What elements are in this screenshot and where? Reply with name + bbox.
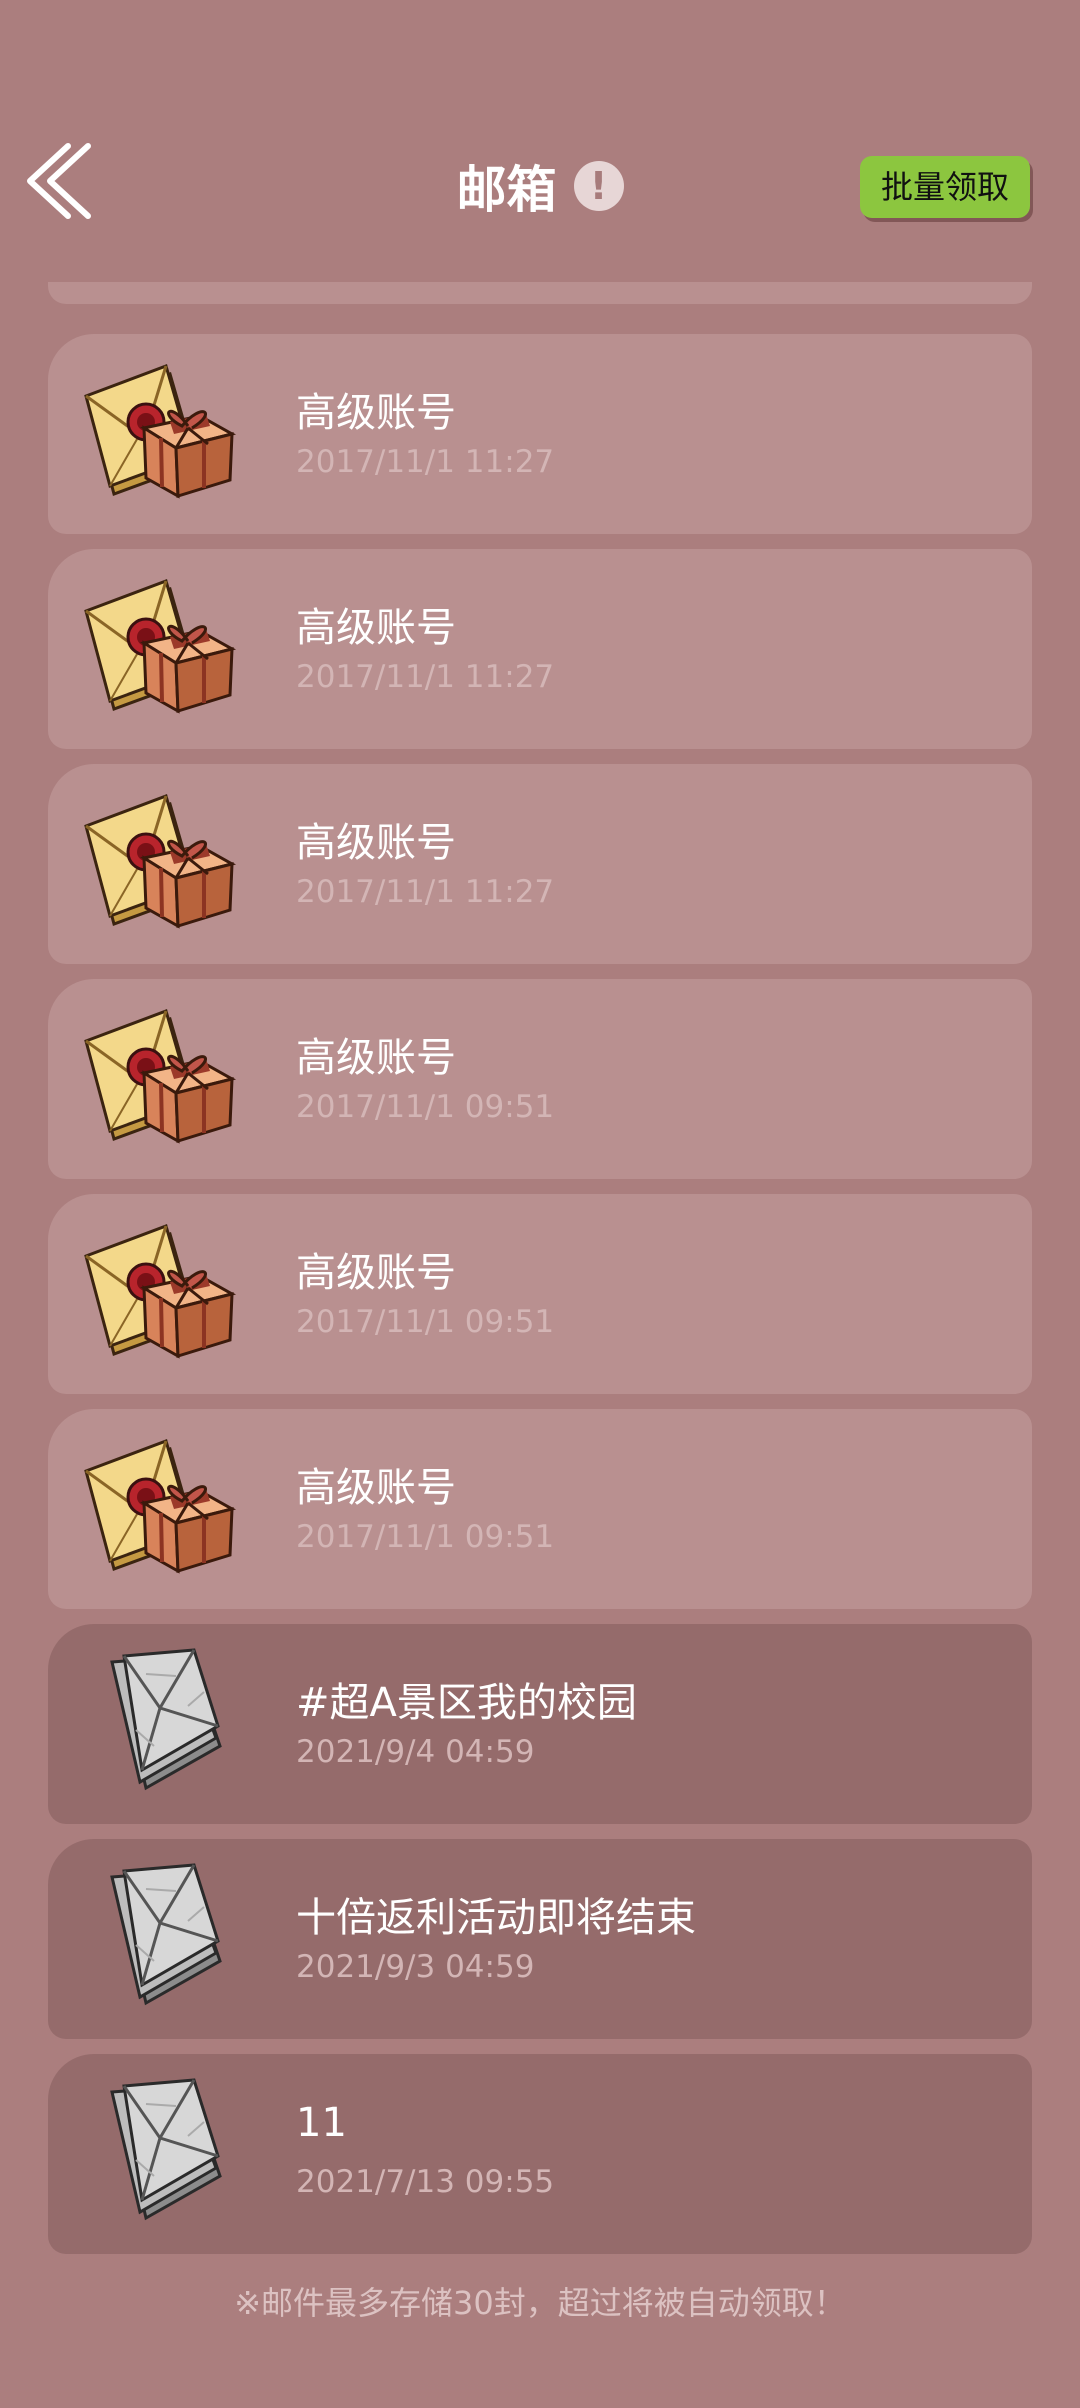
mail-time: 2021/7/13 09:55 — [296, 2164, 555, 2200]
mail-list[interactable]: 高级账号 2017/11/1 11:27 高级账号 2017/11/1 11:2… — [48, 282, 1032, 2282]
mail-title: 11 — [296, 2100, 347, 2146]
mail-item[interactable]: 高级账号 2017/11/1 09:51 — [48, 1409, 1032, 1609]
gift-mail-icon — [84, 1001, 244, 1151]
mail-title: 高级账号 — [296, 1465, 456, 1511]
gift-mail-icon — [84, 571, 244, 721]
mail-time: 2017/11/1 09:51 — [296, 1304, 555, 1340]
gift-mail-icon — [84, 1431, 244, 1581]
read-mail-icon — [84, 1861, 244, 2011]
gift-mail-icon — [84, 1216, 244, 1366]
mail-time: 2021/9/3 04:59 — [296, 1949, 535, 1985]
page-title: 邮箱 — [456, 161, 557, 219]
mail-title: 十倍返利活动即将结束 — [296, 1895, 696, 1941]
mail-item[interactable]: 高级账号 2017/11/1 11:27 — [48, 764, 1032, 964]
mail-time: 2017/11/1 11:27 — [296, 444, 555, 480]
mail-title: 高级账号 — [296, 605, 456, 651]
gift-mail-icon — [84, 356, 244, 506]
mail-item[interactable]: 高级账号 2017/11/1 09:51 — [48, 979, 1032, 1179]
mail-time: 2017/11/1 09:51 — [296, 1089, 555, 1125]
mail-title: 高级账号 — [296, 1035, 456, 1081]
read-mail-icon — [84, 2076, 244, 2226]
gift-mail-icon — [84, 786, 244, 936]
mail-item[interactable]: 十倍返利活动即将结束 2021/9/3 04:59 — [48, 1839, 1032, 2039]
storage-limit-note: ※邮件最多存储30封，超过将被自动领取！ — [234, 2284, 846, 2322]
read-mail-icon — [84, 1646, 244, 1796]
info-icon[interactable]: ! — [573, 161, 624, 211]
mail-item[interactable]: 11 2021/7/13 09:55 — [48, 2054, 1032, 2254]
batch-claim-button[interactable]: 批量领取 — [860, 156, 1030, 218]
top-bar: 邮箱 ! 批量领取 — [0, 0, 1080, 282]
mail-item-partial[interactable] — [48, 282, 1032, 304]
mail-item[interactable]: 高级账号 2017/11/1 11:27 — [48, 549, 1032, 749]
mail-title: 高级账号 — [296, 390, 456, 436]
mail-item[interactable]: #超A景区我的校园 2021/9/4 04:59 — [48, 1624, 1032, 1824]
mail-time: 2017/11/1 11:27 — [296, 659, 555, 695]
mail-item[interactable]: 高级账号 2017/11/1 09:51 — [48, 1194, 1032, 1394]
mail-time: 2021/9/4 04:59 — [296, 1734, 535, 1770]
mail-title: 高级账号 — [296, 1250, 456, 1296]
mail-item[interactable]: 高级账号 2017/11/1 11:27 — [48, 334, 1032, 534]
mail-time: 2017/11/1 09:51 — [296, 1519, 555, 1555]
mail-time: 2017/11/1 11:27 — [296, 874, 555, 910]
mail-title: #超A景区我的校园 — [296, 1680, 637, 1726]
mail-title: 高级账号 — [296, 820, 456, 866]
